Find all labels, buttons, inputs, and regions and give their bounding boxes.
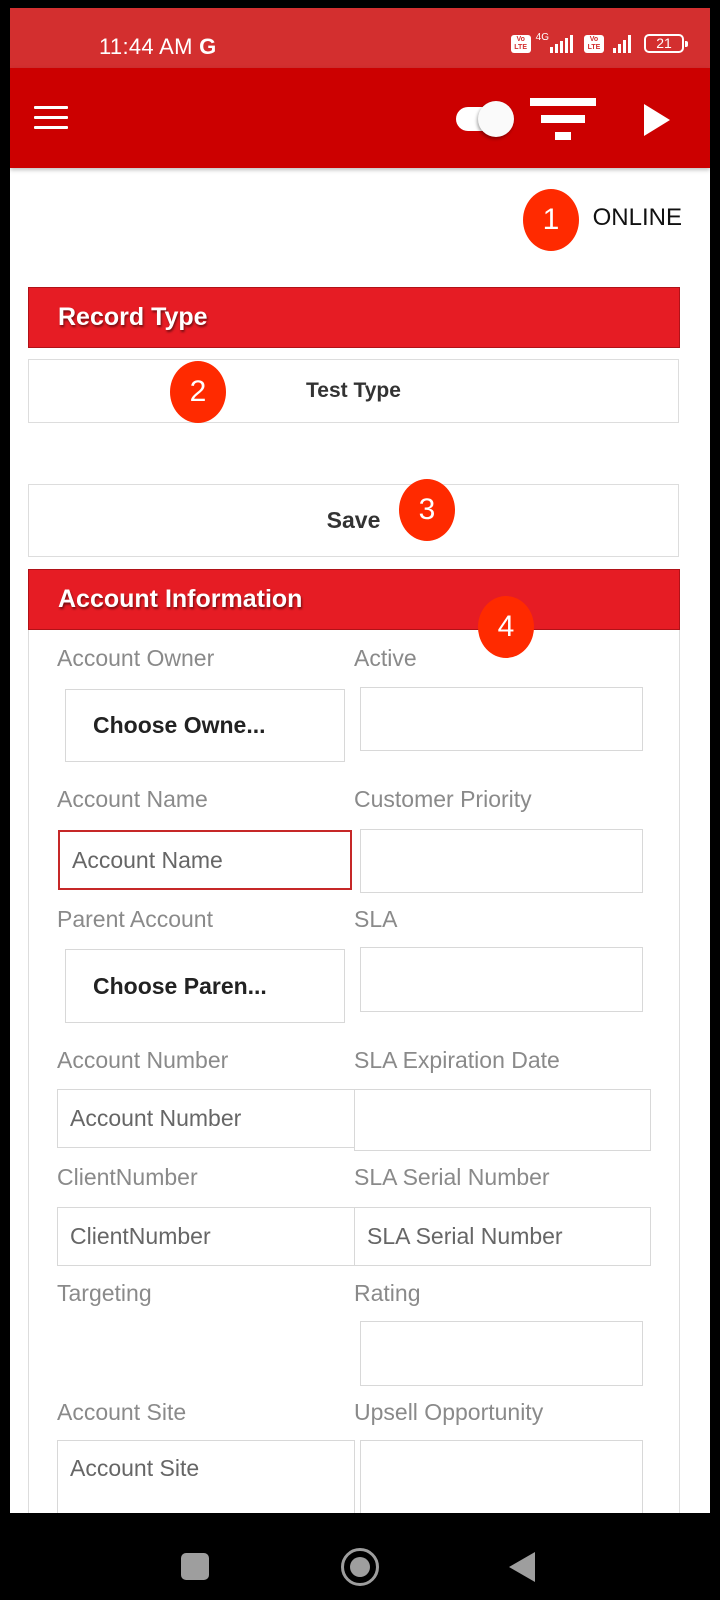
account-name-label: Account Name: [57, 786, 208, 812]
toggle-knob: [478, 101, 514, 137]
account-number-input[interactable]: Account Number: [57, 1089, 355, 1148]
rating-label: Rating: [354, 1280, 421, 1306]
rating-field[interactable]: [360, 1321, 643, 1386]
battery-level: 21: [656, 35, 672, 51]
sla-serial-number-label: SLA Serial Number: [354, 1164, 550, 1190]
choose-parent-label: Choose Paren...: [93, 972, 267, 999]
choose-owner-button[interactable]: Choose Owne...: [65, 689, 345, 762]
upsell-opportunity-field[interactable]: [360, 1440, 643, 1513]
recents-square-icon[interactable]: [181, 1553, 209, 1580]
home-circle-icon[interactable]: [341, 1548, 379, 1586]
account-information-header: Account Information: [28, 569, 680, 630]
account-site-label: Account Site: [57, 1399, 187, 1425]
network-type-label: 4G: [535, 32, 549, 43]
app-screen: 11:44 AM G Vo LTE 4G Vo LTE 21 ONLINE 1 …: [10, 8, 710, 1513]
sla-serial-number-placeholder: SLA Serial Number: [367, 1223, 563, 1249]
upsell-opportunity-label: Upsell Opportunity: [354, 1399, 544, 1425]
battery-icon: 21: [644, 34, 688, 53]
system-nav-bar: [0, 1513, 720, 1600]
connection-status: ONLINE: [592, 204, 682, 231]
sla-serial-number-input[interactable]: SLA Serial Number: [354, 1207, 651, 1266]
clock-text: 11:44 AM: [99, 34, 193, 59]
annotation-badge-3: 3: [399, 479, 455, 541]
record-type-selector[interactable]: Test Type: [28, 359, 679, 423]
customer-priority-label: Customer Priority: [354, 786, 532, 812]
account-site-placeholder: Account Site: [70, 1455, 200, 1481]
choose-owner-label: Choose Owne...: [93, 712, 266, 738]
volte-icon: Vo LTE: [510, 34, 531, 53]
record-type-value: Test Type: [306, 379, 401, 402]
status-bar: 11:44 AM G Vo LTE 4G Vo LTE 21: [10, 8, 710, 68]
annotation-badge-2: 2: [170, 361, 226, 423]
annotation-badge-4: 4: [478, 596, 534, 658]
back-triangle-icon[interactable]: [509, 1552, 535, 1582]
play-icon[interactable]: [644, 104, 670, 136]
account-name-input[interactable]: Account Name: [58, 830, 352, 890]
choose-parent-button[interactable]: Choose Paren...: [65, 949, 345, 1023]
targeting-label: Targeting: [57, 1280, 152, 1306]
parent-account-label: Parent Account: [57, 906, 213, 932]
signal-icon: [613, 34, 631, 53]
account-number-label: Account Number: [57, 1047, 229, 1073]
signal-4g-icon: [550, 34, 573, 53]
client-number-label: ClientNumber: [57, 1164, 198, 1190]
record-type-header: Record Type: [28, 287, 680, 348]
client-number-input[interactable]: ClientNumber: [57, 1207, 355, 1266]
account-site-input[interactable]: Account Site: [57, 1440, 355, 1513]
save-button[interactable]: Save: [28, 484, 679, 557]
status-icons: Vo LTE 4G Vo LTE 21: [510, 32, 688, 53]
volte-icon: Vo LTE: [584, 34, 604, 53]
app-bar: [10, 68, 710, 168]
account-owner-label: Account Owner: [57, 645, 215, 671]
sla-field[interactable]: [360, 947, 643, 1012]
sla-expiration-date-label: SLA Expiration Date: [354, 1047, 560, 1073]
google-g-icon: G: [199, 34, 217, 59]
account-name-placeholder: Account Name: [72, 846, 223, 873]
filter-icon[interactable]: [530, 98, 596, 142]
customer-priority-field[interactable]: [360, 829, 643, 893]
online-toggle-switch[interactable]: [456, 101, 516, 137]
client-number-placeholder: ClientNumber: [70, 1223, 211, 1249]
sla-label: SLA: [354, 906, 398, 932]
sla-expiration-date-field[interactable]: [354, 1089, 651, 1151]
active-field[interactable]: [360, 687, 643, 751]
annotation-badge-1: 1: [523, 189, 579, 251]
status-time: 11:44 AM G: [99, 34, 217, 60]
account-number-placeholder: Account Number: [70, 1105, 242, 1131]
active-label: Active: [354, 645, 417, 671]
hamburger-menu-icon[interactable]: [34, 106, 68, 130]
